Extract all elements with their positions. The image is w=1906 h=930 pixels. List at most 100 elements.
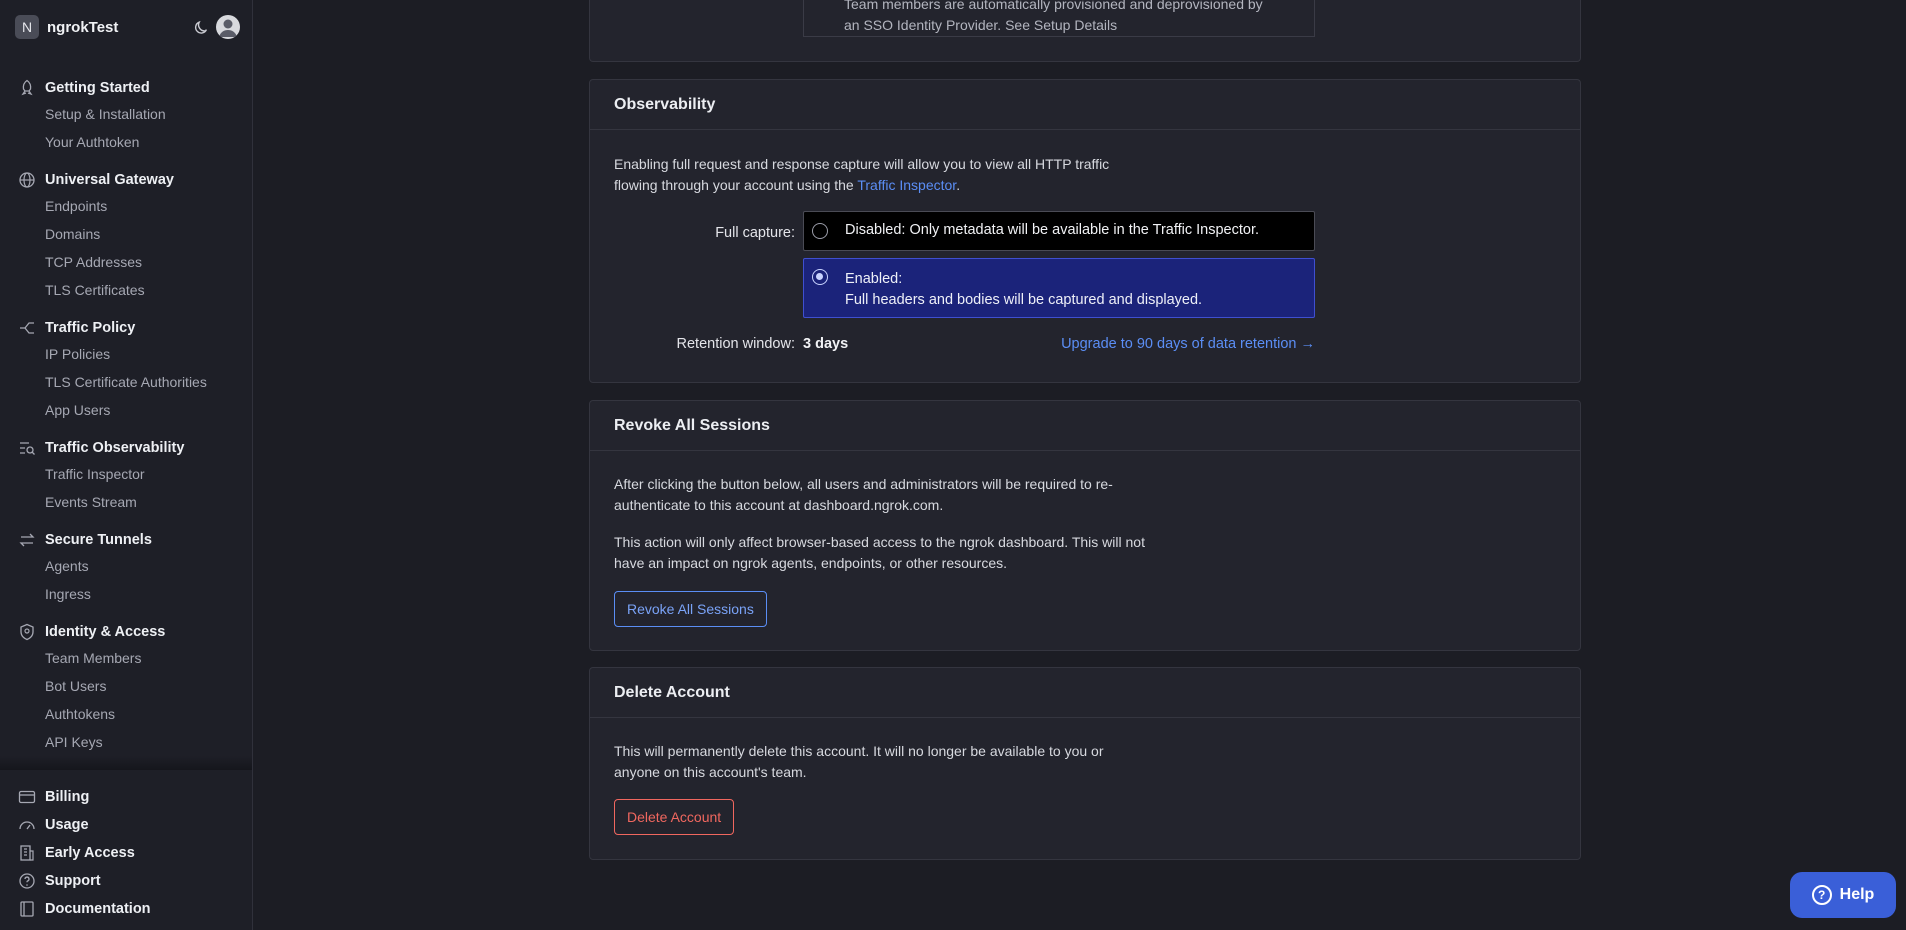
sidebar-item-traffic-inspector[interactable]: Traffic Inspector	[0, 460, 252, 488]
sidebar-item-setup-installation[interactable]: Setup & Installation	[0, 100, 252, 128]
radio-disabled[interactable]	[812, 223, 828, 239]
sidebar-header: N ngrokTest	[15, 14, 240, 40]
sidebar-item-your-authtoken[interactable]: Your Authtoken	[0, 128, 252, 156]
sidebar-bottom-nav: Billing Usage Early Access Support Docum…	[0, 783, 252, 923]
nav-title: Getting Started	[45, 80, 150, 96]
nav-title: Universal Gateway	[45, 172, 174, 188]
sidebar-item-tcp-addresses[interactable]: TCP Addresses	[0, 248, 252, 276]
user-icon	[219, 19, 237, 37]
org-avatar[interactable]: N	[15, 15, 39, 39]
sidebar-item-ip-policies[interactable]: IP Policies	[0, 340, 252, 368]
observability-intro: Enabling full request and response captu…	[614, 154, 1194, 196]
nav-head-traffic-observability[interactable]: Traffic Observability	[0, 436, 252, 460]
retention-label: Retention window:	[676, 336, 796, 352]
intro-suffix: .	[956, 177, 961, 193]
nav-section-secure-tunnels: Secure Tunnels Agents Ingress	[0, 528, 252, 608]
nav-section-universal-gateway: Universal Gateway Endpoints Domains TCP …	[0, 168, 252, 304]
nav-head-identity-access[interactable]: Identity & Access	[0, 620, 252, 644]
sidebar-item-domains[interactable]: Domains	[0, 220, 252, 248]
org-name[interactable]: ngrokTest	[47, 19, 118, 36]
nav-title: Traffic Observability	[45, 440, 185, 456]
radio-enabled[interactable]	[812, 269, 828, 285]
sso-text-line1: Team members are automatically provision…	[844, 0, 1263, 12]
delete-title: Delete Account	[590, 668, 1580, 718]
observability-card: Observability Enabling full request and …	[589, 79, 1581, 383]
sidebar-scroll-fade	[0, 756, 252, 770]
revoke-title: Revoke All Sessions	[590, 401, 1580, 451]
sidebar: N ngrokTest Getting Started Setup & Inst…	[0, 0, 253, 930]
nav-head-universal-gateway[interactable]: Universal Gateway	[0, 168, 252, 192]
sidebar-item-label: Early Access	[45, 845, 135, 861]
book-icon	[20, 901, 34, 917]
nav-title: Traffic Policy	[45, 320, 136, 336]
sidebar-item-tls-certificate-authorities[interactable]: TLS Certificate Authorities	[0, 368, 252, 396]
sso-text-line2: an SSO Identity Provider. See Setup Deta…	[844, 17, 1118, 33]
traffic-policy-icon	[20, 322, 34, 334]
sidebar-item-ingress[interactable]: Ingress	[0, 580, 252, 608]
observability-title: Observability	[590, 80, 1580, 130]
sidebar-item-usage[interactable]: Usage	[0, 811, 252, 839]
sidebar-item-label: Usage	[45, 817, 89, 833]
option-enabled-title: Enabled:	[845, 271, 903, 287]
retention-value: 3 days	[803, 336, 849, 352]
nav-head-secure-tunnels[interactable]: Secure Tunnels	[0, 528, 252, 552]
revoke-p2-line2: have an impact on ngrok agents, endpoint…	[614, 555, 1008, 571]
nav-section-identity-access: Identity & Access Team Members Bot Users…	[0, 620, 252, 756]
revoke-p1-line2: authenticate to this account at dashboar…	[614, 497, 944, 513]
delete-account-card: Delete Account This will permanently del…	[589, 667, 1581, 860]
rocket-icon	[21, 79, 33, 96]
full-capture-label: Full capture:	[715, 225, 795, 241]
full-capture-option-disabled[interactable]: Disabled: Only metadata will be availabl…	[803, 211, 1315, 251]
sidebar-item-billing[interactable]: Billing	[0, 783, 252, 811]
sidebar-item-endpoints[interactable]: Endpoints	[0, 192, 252, 220]
nav-title: Identity & Access	[45, 624, 166, 640]
credit-card-icon	[18, 790, 36, 804]
sidebar-item-documentation[interactable]: Documentation	[0, 895, 252, 923]
sidebar-item-events-stream[interactable]: Events Stream	[0, 488, 252, 516]
sidebar-item-tls-certificates[interactable]: TLS Certificates	[0, 276, 252, 304]
sidebar-item-label: Billing	[45, 789, 90, 805]
delete-paragraph: This will permanently delete this accoun…	[614, 741, 1194, 783]
nav-section-getting-started: Getting Started Setup & Installation You…	[0, 76, 252, 156]
sso-option-box[interactable]: Team members are automatically provision…	[803, 0, 1315, 37]
help-button[interactable]: ? Help	[1790, 872, 1896, 918]
upgrade-retention-link[interactable]: Upgrade to 90 days of data retention →	[1061, 336, 1315, 352]
revoke-p1-line1: After clicking the button below, all use…	[614, 476, 1113, 492]
intro-line2-prefix: flowing through your account using the	[614, 177, 858, 193]
traffic-inspector-link[interactable]: Traffic Inspector	[857, 177, 956, 193]
sidebar-item-early-access[interactable]: Early Access	[0, 839, 252, 867]
sso-card: Team members are automatically provision…	[589, 0, 1581, 62]
revoke-all-sessions-button[interactable]: Revoke All Sessions	[614, 591, 767, 627]
full-capture-option-enabled[interactable]: Enabled: Full headers and bodies will be…	[803, 258, 1315, 318]
delete-p-line1: This will permanently delete this accoun…	[614, 743, 1104, 759]
nav-title: Secure Tunnels	[45, 532, 152, 548]
sidebar-item-authtokens[interactable]: Authtokens	[0, 700, 252, 728]
help-circle-icon	[19, 873, 35, 889]
sidebar-item-label: Support	[45, 873, 101, 889]
shield-icon	[20, 623, 34, 641]
nav-section-traffic-policy: Traffic Policy IP Policies TLS Certifica…	[0, 316, 252, 424]
sidebar-item-app-users[interactable]: App Users	[0, 396, 252, 424]
nav-head-traffic-policy[interactable]: Traffic Policy	[0, 316, 252, 340]
building-icon	[20, 845, 34, 861]
sidebar-item-agents[interactable]: Agents	[0, 552, 252, 580]
sidebar-item-label: Documentation	[45, 901, 151, 917]
revoke-paragraph-1: After clicking the button below, all use…	[614, 474, 1194, 516]
gauge-icon	[19, 821, 35, 830]
sidebar-item-api-keys[interactable]: API Keys	[0, 728, 252, 756]
revoke-sessions-card: Revoke All Sessions After clicking the b…	[589, 400, 1581, 651]
moon-icon[interactable]	[194, 19, 210, 35]
intro-line2: flowing through your account using the T…	[614, 175, 1194, 196]
sidebar-item-support[interactable]: Support	[0, 867, 252, 895]
list-search-icon	[20, 442, 35, 455]
nav-section-traffic-observability: Traffic Observability Traffic Inspector …	[0, 436, 252, 516]
sidebar-item-bot-users[interactable]: Bot Users	[0, 672, 252, 700]
revoke-paragraph-2: This action will only affect browser-bas…	[614, 532, 1194, 574]
intro-line1: Enabling full request and response captu…	[614, 156, 1110, 172]
sidebar-item-team-members[interactable]: Team Members	[0, 644, 252, 672]
nav-head-getting-started[interactable]: Getting Started	[0, 76, 252, 100]
help-label: Help	[1839, 886, 1875, 903]
user-avatar[interactable]	[216, 15, 240, 39]
delete-account-button[interactable]: Delete Account	[614, 799, 735, 835]
revoke-p2-line1: This action will only affect browser-bas…	[614, 534, 1145, 550]
